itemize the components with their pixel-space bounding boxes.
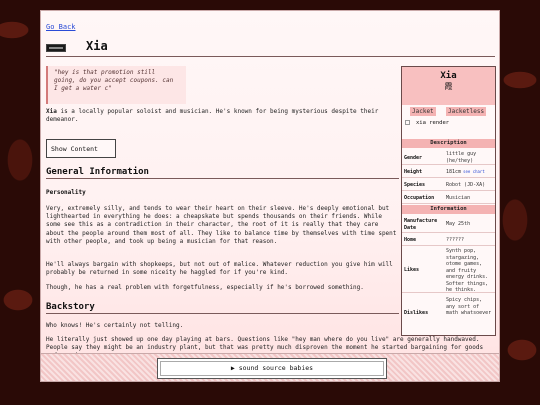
infobox-tabs: Jacket Jacketless bbox=[408, 107, 490, 116]
occupation-label: Occupation bbox=[404, 195, 435, 201]
height-value: 181cm bbox=[446, 169, 462, 175]
tab-jacket[interactable]: Jacket bbox=[410, 107, 436, 116]
gender-label: Gender bbox=[404, 155, 423, 161]
row-occupation: Occupation Musician bbox=[402, 192, 495, 204]
footer: ▶ sound source babies bbox=[41, 353, 499, 381]
title-row: Xia bbox=[46, 39, 495, 57]
row-species: Species Robot (JD-XA) bbox=[402, 179, 495, 191]
music-player-inner bbox=[160, 361, 384, 376]
infobox-kanji: 霞 bbox=[444, 82, 453, 91]
species-value: Robot (JD-XA) bbox=[446, 182, 486, 188]
music-player[interactable]: ▶ sound source babies bbox=[157, 358, 387, 379]
home-value: ?????? bbox=[446, 237, 465, 243]
personality-paragraph-1: Very, extremely silly, and tends to wear… bbox=[46, 205, 397, 245]
row-home: Home ?????? bbox=[402, 234, 495, 246]
likes-label: Likes bbox=[404, 267, 420, 273]
main-content: Go Back Xia "hey is that promotion still… bbox=[41, 11, 499, 359]
row-gender: Gender little guy (he/they) bbox=[402, 151, 495, 165]
information-header: Information bbox=[402, 205, 495, 214]
home-label: Home bbox=[404, 237, 417, 243]
manufacture-label: Manufacture Date bbox=[404, 218, 438, 231]
infobox-name: Xia bbox=[440, 71, 457, 81]
character-badge-icon bbox=[46, 44, 66, 52]
occupation-value: Musician bbox=[446, 195, 471, 201]
manufacture-value: May 25th bbox=[446, 221, 471, 227]
likes-value: Synth pop, stargazing, otome games, and … bbox=[446, 248, 489, 293]
dislikes-value: Spicy chips, any sort of math whatsoever bbox=[446, 297, 492, 316]
broken-image-icon bbox=[405, 120, 410, 125]
intro-body: is a locally popular soloist and musicia… bbox=[46, 108, 379, 123]
infobox-header: Xia 霞 bbox=[402, 67, 495, 105]
personality-heading: Personality bbox=[46, 189, 86, 196]
section-general-heading: General Information bbox=[46, 167, 399, 179]
intro-text: Xia is a locally popular soloist and mus… bbox=[46, 108, 391, 124]
backstory-paragraph-1: Who knows! He's certainly not telling. bbox=[46, 322, 184, 329]
personality-paragraph-3: Though, he has a real problem with forge… bbox=[46, 284, 364, 291]
row-dislikes: Dislikes Spicy chips, any sort of math w… bbox=[402, 294, 495, 334]
see-chart-link[interactable]: see chart bbox=[463, 169, 485, 174]
tab-jacketless[interactable]: Jacketless bbox=[446, 107, 487, 116]
gender-value: little guy (he/they) bbox=[446, 151, 477, 164]
row-height: Height 181cm see chart bbox=[402, 166, 495, 178]
section-backstory-heading: Backstory bbox=[46, 302, 399, 314]
page-title: Xia bbox=[86, 39, 108, 53]
height-value-wrap: 181cm see chart bbox=[446, 169, 494, 176]
height-label: Height bbox=[404, 169, 423, 175]
character-render: xia render bbox=[405, 120, 494, 134]
infobox: Xia 霞 Jacket Jacketless xia render Descr… bbox=[401, 66, 496, 336]
dislikes-label: Dislikes bbox=[404, 310, 429, 316]
page-container: Go Back Xia "hey is that promotion still… bbox=[40, 10, 500, 382]
row-likes: Likes Synth pop, stargazing, otome games… bbox=[402, 247, 495, 293]
personality-paragraph-2: He'll always bargain with shopkeeps, but… bbox=[46, 261, 393, 277]
quote-box: "hey is that promotion still going, do y… bbox=[46, 66, 186, 104]
description-header: Description bbox=[402, 139, 495, 148]
back-link[interactable]: Go Back bbox=[46, 23, 76, 31]
intro-name: Xia bbox=[46, 108, 57, 115]
species-label: Species bbox=[404, 182, 426, 188]
show-content-button[interactable]: Show Content bbox=[46, 139, 116, 158]
row-manufacture: Manufacture Date May 25th bbox=[402, 216, 495, 233]
render-alt-text: xia render bbox=[416, 120, 450, 126]
